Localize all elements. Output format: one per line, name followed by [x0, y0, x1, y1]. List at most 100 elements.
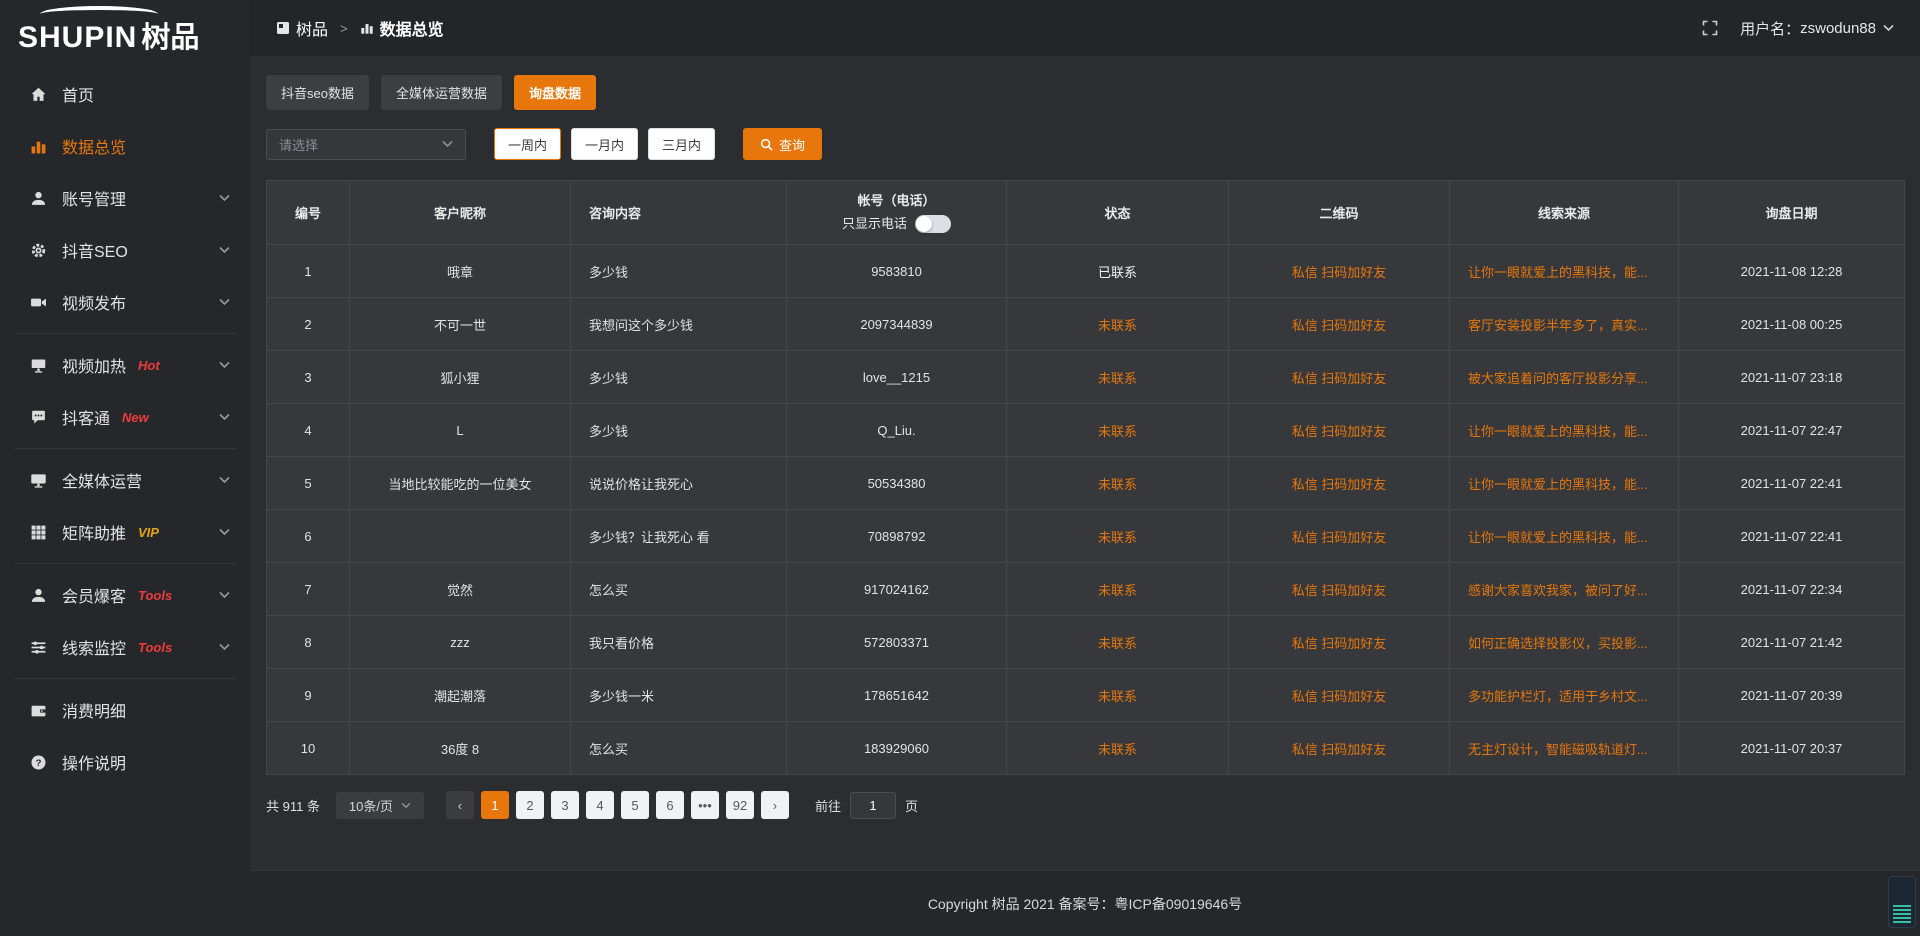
table-row: 10 36度 8 怎么买 183929060 未联系 私信 扫码加好友 无主灯设…: [267, 722, 1905, 775]
phone-only-toggle[interactable]: [915, 215, 951, 233]
status-badge: 未联系: [1098, 530, 1137, 545]
qrcode-link[interactable]: 私信 扫码加好友: [1292, 424, 1387, 439]
sidebar-item-data-overview[interactable]: 数据总览: [0, 120, 250, 172]
fullscreen-button[interactable]: [1702, 20, 1718, 36]
fullscreen-icon: [1702, 20, 1718, 36]
sidebar-item-video-heat[interactable]: 视频加热 Hot: [0, 339, 250, 391]
page-button-92[interactable]: 92: [726, 791, 754, 819]
user-dropdown[interactable]: 用户名： zswodun88: [1740, 18, 1894, 39]
chat-icon: [30, 409, 47, 426]
tab-omnimedia-data[interactable]: 全媒体运营数据: [381, 75, 502, 110]
sidebar-item-video-publish[interactable]: 视频发布: [0, 276, 250, 328]
phone-toggle-label: 只显示电话: [842, 213, 907, 235]
page-button-2[interactable]: 2: [516, 791, 544, 819]
cell-id: 2: [267, 298, 350, 351]
tab-douyin-seo-data[interactable]: 抖音seo数据: [266, 75, 369, 110]
sidebar-item-douyin-seo[interactable]: 抖音SEO: [0, 224, 250, 276]
floating-widget[interactable]: [1888, 876, 1916, 928]
cell-account: 2097344839: [787, 298, 1007, 351]
page-button-4[interactable]: 4: [586, 791, 614, 819]
source-link[interactable]: 让你一眼就爱上的黑科技，能...: [1468, 477, 1648, 492]
source-link[interactable]: 多功能护栏灯，适用于乡村文...: [1468, 689, 1648, 704]
sidebar-item-label: 全媒体运营: [62, 468, 142, 492]
cell-id: 9: [267, 669, 350, 722]
sidebar-item-member-burst[interactable]: 会员爆客 Tools: [0, 569, 250, 621]
sidebar-item-instructions[interactable]: ? 操作说明: [0, 736, 250, 788]
qrcode-link[interactable]: 私信 扫码加好友: [1292, 477, 1387, 492]
source-link[interactable]: 让你一眼就爱上的黑科技，能...: [1468, 530, 1648, 545]
source-link[interactable]: 无主灯设计，智能磁吸轨道灯...: [1468, 742, 1648, 757]
qrcode-link[interactable]: 私信 扫码加好友: [1292, 265, 1387, 280]
qrcode-link[interactable]: 私信 扫码加好友: [1292, 530, 1387, 545]
chevron-down-icon: [219, 408, 230, 426]
range-quarter-button[interactable]: 三月内: [648, 128, 715, 160]
sidebar-item-label: 视频发布: [62, 290, 126, 314]
chevron-down-icon: [442, 140, 453, 148]
cell-account: 50534380: [787, 457, 1007, 510]
sidebar-item-consumption[interactable]: 消费明细: [0, 684, 250, 736]
cell-date: 2021-11-07 22:47: [1679, 404, 1905, 457]
cell-account: 183929060: [787, 722, 1007, 775]
col-account-title: 帐号（电话）: [797, 190, 996, 212]
page-button-6[interactable]: 6: [656, 791, 684, 819]
filter-select[interactable]: 请选择: [266, 129, 466, 160]
cell-nickname: zzz: [350, 616, 571, 669]
page-size-select[interactable]: 10条/页: [336, 792, 424, 819]
logo-arc: [40, 6, 158, 22]
copyright-text: Copyright 树品 2021 备案号：粤ICP备09019646号: [928, 894, 1242, 914]
cell-id: 4: [267, 404, 350, 457]
source-link[interactable]: 感谢大家喜欢我家，被问了好...: [1468, 583, 1648, 598]
next-page-button[interactable]: ›: [761, 791, 789, 819]
range-week-button[interactable]: 一周内: [494, 128, 561, 160]
logo-text-cn: 树品: [141, 22, 199, 54]
range-month-button[interactable]: 一月内: [571, 128, 638, 160]
cell-nickname: 潮起潮落: [350, 669, 571, 722]
cell-account: 70898792: [787, 510, 1007, 563]
breadcrumb-root[interactable]: 树品: [296, 16, 328, 40]
qrcode-link[interactable]: 私信 扫码加好友: [1292, 318, 1387, 333]
cell-account: 178651642: [787, 669, 1007, 722]
search-button[interactable]: 查询: [743, 128, 822, 160]
source-link[interactable]: 被大家追着问的客厅投影分享...: [1468, 371, 1648, 386]
source-link[interactable]: 让你一眼就爱上的黑科技，能...: [1468, 424, 1648, 439]
sidebar-item-omnimedia[interactable]: 全媒体运营: [0, 454, 250, 506]
sidebar-item-matrix-boost[interactable]: 矩阵助推 VIP: [0, 506, 250, 558]
qrcode-link[interactable]: 私信 扫码加好友: [1292, 636, 1387, 651]
sidebar-divider: [14, 448, 236, 449]
qrcode-link[interactable]: 私信 扫码加好友: [1292, 689, 1387, 704]
cell-id: 3: [267, 351, 350, 404]
sidebar-item-doketong[interactable]: 抖客通 New: [0, 391, 250, 443]
total-count-label: 共 911 条: [266, 796, 320, 815]
sidebar-item-label: 消费明细: [62, 698, 126, 722]
page-button-1[interactable]: 1: [481, 791, 509, 819]
cell-date: 2021-11-07 22:34: [1679, 563, 1905, 616]
new-badge: New: [122, 410, 149, 425]
page-button-5[interactable]: 5: [621, 791, 649, 819]
inquiry-table: 编号 客户昵称 咨询内容 帐号（电话） 只显示电话 状态 二维码 线索来源 询盘…: [266, 180, 1905, 775]
qrcode-link[interactable]: 私信 扫码加好友: [1292, 742, 1387, 757]
source-link[interactable]: 让你一眼就爱上的黑科技，能...: [1468, 265, 1648, 280]
source-link[interactable]: 客厅安装投影半年多了，真实...: [1468, 318, 1648, 333]
qrcode-link[interactable]: 私信 扫码加好友: [1292, 371, 1387, 386]
cell-nickname: [350, 510, 571, 563]
qrcode-link[interactable]: 私信 扫码加好友: [1292, 583, 1387, 598]
sidebar-item-lead-monitor[interactable]: 线索监控 Tools: [0, 621, 250, 673]
username-value: zswodun88: [1800, 20, 1876, 37]
source-link[interactable]: 如何正确选择投影仪，买投影...: [1468, 636, 1648, 651]
tab-inquiry-data[interactable]: 询盘数据: [514, 75, 596, 110]
more-pages-button[interactable]: •••: [691, 791, 719, 819]
prev-page-button[interactable]: ‹: [446, 791, 474, 819]
goto-page-input[interactable]: [850, 792, 896, 819]
page-button-3[interactable]: 3: [551, 791, 579, 819]
svg-text:?: ?: [36, 757, 42, 768]
sidebar-item-account-mgmt[interactable]: 账号管理: [0, 172, 250, 224]
sidebar: SHUPIN树品 首页 数据总览 账号管理 抖音SEO: [0, 0, 250, 936]
sidebar-item-home[interactable]: 首页: [0, 68, 250, 120]
status-badge: 未联系: [1098, 424, 1137, 439]
logo-text-en: SHUPIN: [18, 21, 137, 54]
cell-date: 2021-11-07 21:42: [1679, 616, 1905, 669]
cell-content: 我想问这个多少钱: [571, 298, 787, 351]
status-badge: 未联系: [1098, 742, 1137, 757]
video-icon: [30, 294, 47, 311]
sidebar-item-label: 会员爆客: [62, 583, 126, 607]
